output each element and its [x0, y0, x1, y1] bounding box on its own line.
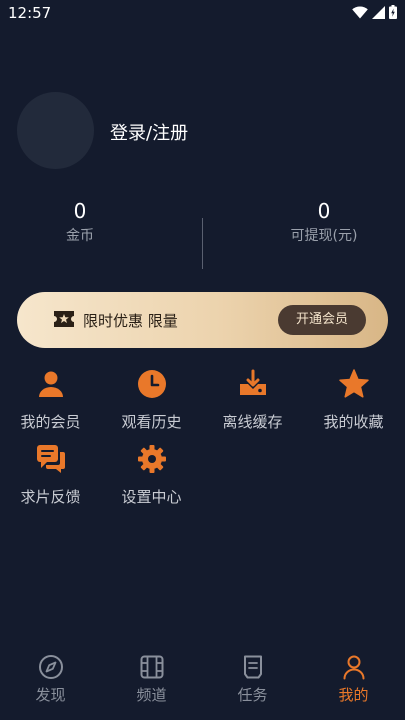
withdrawable-label: 可提现(元) — [290, 228, 358, 244]
nav-channels[interactable]: 频道 — [101, 654, 202, 705]
nav-label: 我的 — [338, 686, 369, 704]
nav-discover[interactable]: 发现 — [0, 654, 101, 705]
menu-my-favorites[interactable]: 我的收藏 — [303, 367, 404, 432]
vip-promo-banner[interactable]: 限时优惠 限量 开通会员 — [17, 292, 388, 348]
withdrawable-stat[interactable]: 0 可提现(元) — [254, 199, 394, 245]
nav-mine[interactable]: 我的 — [303, 654, 404, 705]
withdrawable-value: 0 — [317, 199, 331, 223]
status-bar: 12:57 — [0, 0, 405, 26]
menu-label: 求片反馈 — [20, 488, 81, 506]
menu-my-membership[interactable]: 我的会员 — [0, 367, 101, 432]
open-vip-button[interactable]: 开通会员 — [278, 305, 366, 335]
status-icons — [352, 5, 397, 19]
coins-value: 0 — [73, 199, 87, 223]
ticket-icon — [54, 311, 74, 327]
battery-icon — [389, 5, 397, 19]
bottom-nav: 发现 频道 任务 我的 — [0, 644, 405, 720]
stats-divider — [202, 218, 203, 269]
menu-watch-history[interactable]: 观看历史 — [101, 367, 202, 432]
status-time: 12:57 — [8, 4, 52, 22]
nav-tasks[interactable]: 任务 — [202, 654, 303, 705]
menu-label: 我的收藏 — [323, 413, 384, 431]
menu-offline-cache[interactable]: 离线缓存 — [202, 367, 303, 432]
vip-promo-text: 限时优惠 限量 — [83, 312, 178, 330]
clock-icon — [137, 370, 166, 398]
download-icon — [239, 369, 266, 395]
menu-settings-center[interactable]: 设置中心 — [101, 442, 202, 507]
menu-label: 观看历史 — [121, 413, 182, 431]
login-register-link[interactable]: 登录/注册 — [110, 119, 188, 145]
menu-request-feedback[interactable]: 求片反馈 — [0, 442, 101, 507]
user-icon — [38, 371, 63, 397]
nav-label: 频道 — [136, 686, 167, 704]
wifi-icon — [352, 6, 368, 18]
task-icon — [243, 655, 262, 679]
menu-label: 离线缓存 — [222, 413, 283, 431]
avatar[interactable] — [17, 92, 94, 169]
person-icon — [343, 655, 364, 680]
signal-icon — [372, 5, 385, 19]
film-icon — [140, 655, 163, 679]
nav-label: 发现 — [35, 686, 66, 704]
coins-stat[interactable]: 0 金币 — [10, 199, 150, 245]
gear-icon — [137, 445, 166, 473]
coins-label: 金币 — [66, 228, 94, 244]
compass-icon — [38, 655, 63, 679]
nav-label: 任务 — [237, 686, 268, 704]
menu-label: 我的会员 — [20, 413, 81, 431]
menu-label: 设置中心 — [121, 488, 182, 506]
profile-screen: 12:57 登录/注册 0 金币 0 可提现(元) 限时优惠 限量 开通会员 我… — [0, 0, 405, 720]
chat-icon — [36, 445, 65, 473]
star-icon — [338, 369, 369, 398]
